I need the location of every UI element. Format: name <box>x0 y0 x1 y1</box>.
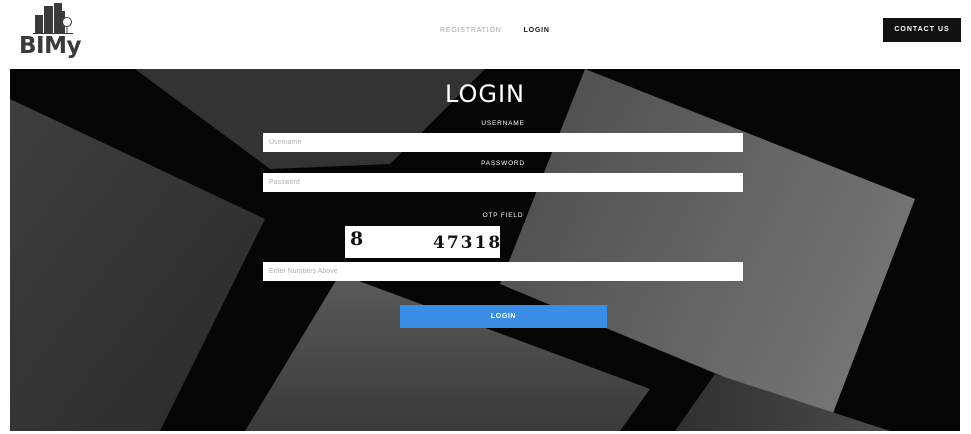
nav-login[interactable]: LOGIN <box>524 26 550 36</box>
otp-input[interactable] <box>263 262 743 281</box>
captcha-digits: 47318 <box>433 233 503 253</box>
form-title: LOGIN <box>444 80 526 108</box>
nav-registration[interactable]: REGISTRATION <box>440 26 502 36</box>
site-header: BIMy REGISTRATION LOGIN CONTACT US <box>0 0 971 68</box>
contact-us-button[interactable]: CONTACT US <box>883 18 961 42</box>
main-nav: REGISTRATION LOGIN <box>440 26 550 36</box>
logo[interactable]: BIMy <box>19 3 81 61</box>
password-label: PASSWORD <box>481 160 525 167</box>
username-input[interactable] <box>263 133 743 152</box>
captcha-digit: 8 <box>350 228 364 250</box>
login-submit-button[interactable]: LOGIN <box>400 305 607 328</box>
buildings-logo-icon <box>33 3 73 34</box>
login-hero: LOGIN USERNAME PASSWORD OTP FIELD 8 4731… <box>10 69 960 431</box>
captcha-image: 8 47318 <box>345 226 500 258</box>
password-input[interactable] <box>263 173 743 192</box>
login-form: LOGIN USERNAME PASSWORD OTP FIELD 8 4731… <box>10 69 960 431</box>
otp-label: OTP FIELD <box>482 212 524 219</box>
logo-text: BIMy <box>19 33 81 59</box>
username-label: USERNAME <box>481 120 525 127</box>
